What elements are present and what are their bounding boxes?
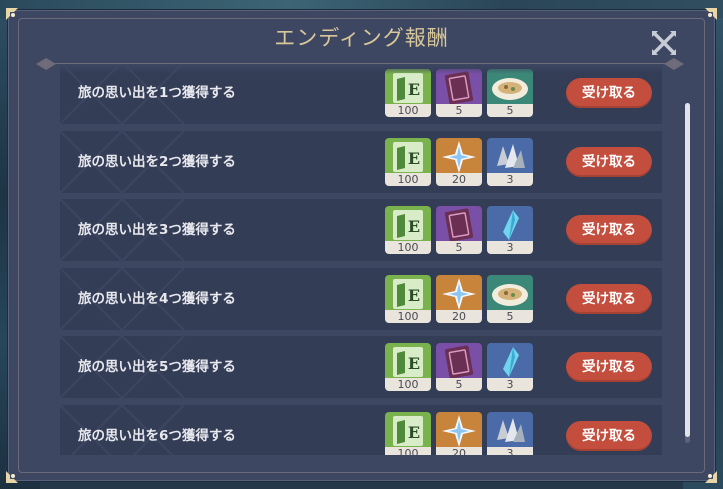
claim-button[interactable]: 受け取る xyxy=(566,146,652,177)
reward-item[interactable]: E 100 xyxy=(385,137,431,186)
item-quantity: 5 xyxy=(487,104,533,117)
reward-row: 旅の思い出を5つ獲得する E 100 5 3 受け取る xyxy=(60,336,662,398)
svg-text:E: E xyxy=(408,217,420,236)
claim-button[interactable]: 受け取る xyxy=(566,283,652,314)
reward-item[interactable]: E 100 xyxy=(385,69,431,117)
item-quantity: 20 xyxy=(436,172,482,186)
item-quantity: 3 xyxy=(487,446,533,455)
exp-book-icon: E xyxy=(385,206,431,242)
scrollbar-thumb[interactable] xyxy=(685,103,690,437)
reward-item[interactable]: E 100 xyxy=(385,274,431,323)
row-label: 旅の思い出を3つ獲得する xyxy=(78,222,236,238)
reward-item[interactable]: 3 xyxy=(487,411,533,455)
reward-item[interactable]: 5 xyxy=(436,69,482,117)
svg-text:E: E xyxy=(408,80,420,99)
item-quantity: 100 xyxy=(385,172,431,186)
ore-icon xyxy=(487,411,533,448)
item-quantity: 20 xyxy=(436,309,482,323)
item-quantity: 3 xyxy=(487,172,533,186)
item-quantity: 3 xyxy=(487,378,533,391)
corner-ornament-icon xyxy=(6,471,18,483)
close-icon xyxy=(652,31,676,55)
item-quantity: 5 xyxy=(436,241,482,254)
corner-ornament-icon xyxy=(705,471,717,483)
dish-icon xyxy=(487,274,533,311)
divider-ornament-icon xyxy=(36,58,56,70)
reward-item[interactable]: 3 xyxy=(487,137,533,186)
reward-item[interactable]: 20 xyxy=(436,411,482,455)
item-quantity: 20 xyxy=(436,446,482,455)
reward-item[interactable]: E 100 xyxy=(385,343,431,391)
exp-book-icon: E xyxy=(385,274,431,311)
reward-item[interactable]: 3 xyxy=(487,343,533,391)
reward-item[interactable]: 5 xyxy=(436,206,482,254)
reward-item[interactable]: 5 xyxy=(487,69,533,117)
crystal-icon xyxy=(487,343,533,379)
svg-text:E: E xyxy=(408,149,420,168)
primogem-icon xyxy=(436,274,482,311)
reward-item[interactable]: E 100 xyxy=(385,206,431,254)
svg-text:E: E xyxy=(408,354,420,373)
claim-button[interactable]: 受け取る xyxy=(566,215,652,245)
claim-button[interactable]: 受け取る xyxy=(566,352,652,382)
exp-book-icon: E xyxy=(385,343,431,379)
reward-row: 旅の思い出を2つ獲得する E 100 20 3 受け取る xyxy=(60,130,662,193)
item-quantity: 100 xyxy=(385,378,431,391)
list-fade xyxy=(60,64,662,74)
purple-book-icon xyxy=(436,343,482,379)
item-quantity: 5 xyxy=(487,309,533,323)
reward-item[interactable]: 3 xyxy=(487,206,533,254)
primogem-icon xyxy=(436,411,482,448)
svg-text:E: E xyxy=(408,286,420,305)
row-label: 旅の思い出を2つ獲得する xyxy=(78,153,236,170)
purple-book-icon xyxy=(436,206,482,242)
item-quantity: 3 xyxy=(487,241,533,254)
reward-item[interactable]: 5 xyxy=(436,343,482,391)
dialog-title: エンディング報酬 xyxy=(274,26,449,50)
reward-item[interactable]: E 100 xyxy=(385,411,431,455)
claim-button[interactable]: 受け取る xyxy=(566,78,652,108)
reward-item[interactable]: 20 xyxy=(436,274,482,323)
item-quantity: 100 xyxy=(385,241,431,254)
item-quantity: 5 xyxy=(436,378,482,391)
reward-row: 旅の思い出を3つ獲得する E 100 5 3 受け取る xyxy=(60,199,662,261)
claim-button[interactable]: 受け取る xyxy=(566,420,652,451)
reward-row: 旅の思い出を6つ獲得する E 100 20 3 受け取る xyxy=(60,404,662,455)
reward-item[interactable]: 20 xyxy=(436,137,482,186)
item-quantity: 100 xyxy=(385,309,431,323)
exp-book-icon: E xyxy=(385,69,431,105)
item-quantity: 100 xyxy=(385,104,431,117)
item-quantity: 100 xyxy=(385,446,431,455)
svg-text:E: E xyxy=(408,423,420,442)
purple-book-icon xyxy=(436,69,482,105)
reward-row: 旅の思い出を4つ獲得する E 100 20 5 受け取る xyxy=(60,267,662,330)
item-quantity: 5 xyxy=(436,104,482,117)
reward-list[interactable]: 旅の思い出を1つ獲得する E 100 5 5 受け取る 旅の思い出を2つ獲得する E 100 20… xyxy=(60,64,662,455)
exp-book-icon: E xyxy=(385,411,431,448)
exp-book-icon: E xyxy=(385,137,431,174)
close-button[interactable] xyxy=(649,28,679,58)
row-label: 旅の思い出を4つ獲得する xyxy=(78,290,236,307)
ore-icon xyxy=(487,137,533,174)
reward-item[interactable]: 5 xyxy=(487,274,533,323)
divider-ornament-icon xyxy=(664,58,684,70)
dish-icon xyxy=(487,69,533,105)
primogem-icon xyxy=(436,137,482,174)
row-label: 旅の思い出を5つ獲得する xyxy=(78,359,236,375)
row-label: 旅の思い出を6つ獲得する xyxy=(78,427,236,444)
crystal-icon xyxy=(487,206,533,242)
